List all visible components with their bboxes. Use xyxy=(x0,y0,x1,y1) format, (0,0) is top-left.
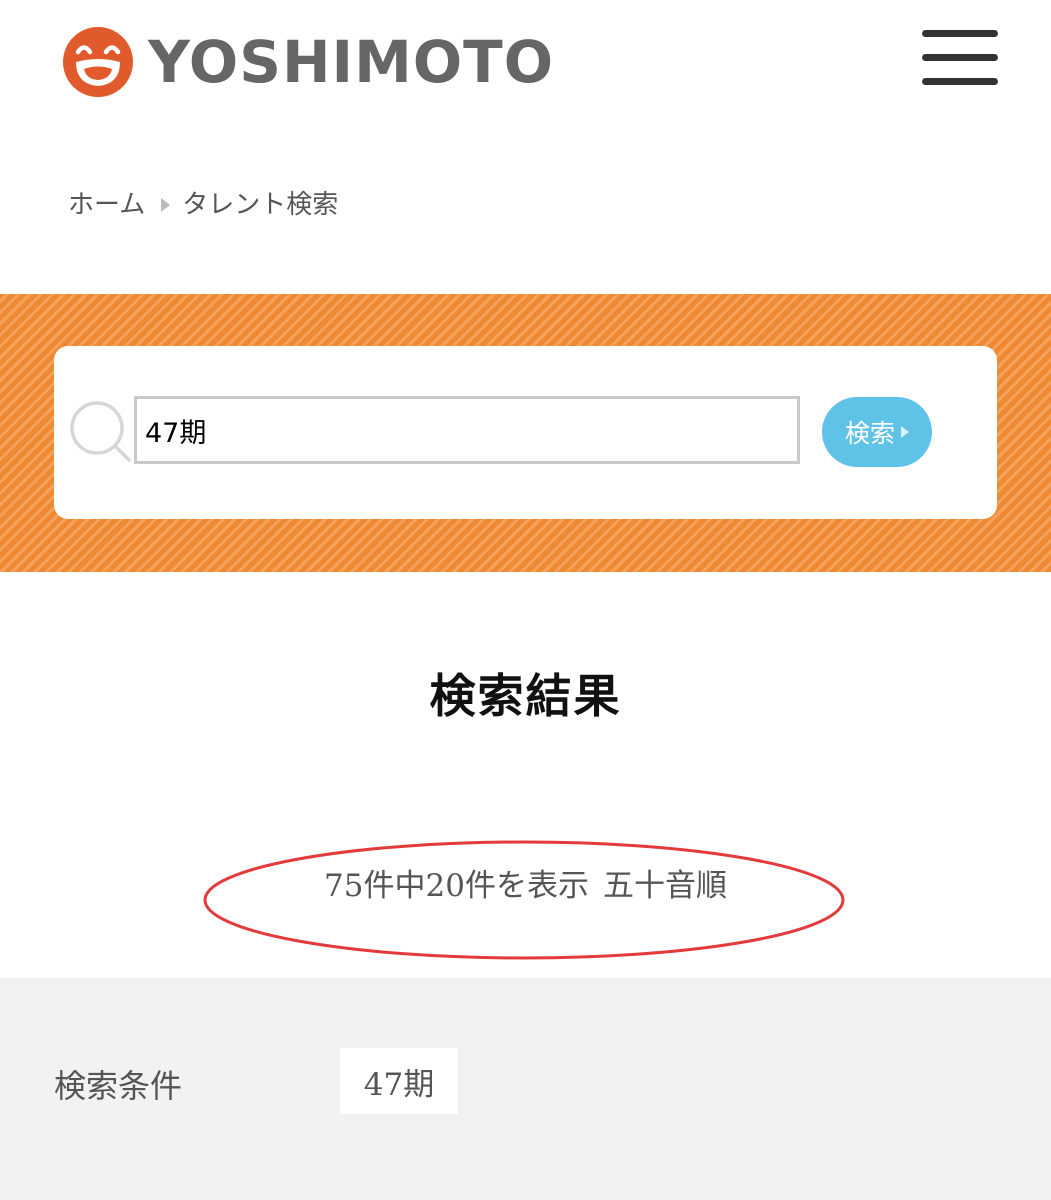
sort-order-label[interactable]: 五十音順 xyxy=(603,868,727,904)
logo-link[interactable]: YOSHIMOTO xyxy=(62,26,554,98)
search-input[interactable] xyxy=(134,396,800,464)
search-button-label: 検索 xyxy=(844,419,895,448)
triangle-right-icon xyxy=(161,197,171,212)
search-condition-chip: 47期 xyxy=(340,1048,458,1114)
arrow-right-icon xyxy=(901,426,909,438)
results-title: 検索結果 xyxy=(429,669,622,723)
logo-icon xyxy=(63,27,133,97)
breadcrumb: ホーム タレント検索 xyxy=(68,184,338,221)
hamburger-menu-icon xyxy=(922,30,998,37)
results-summary: 75件中20件を表示 五十音順 xyxy=(0,860,1051,905)
hamburger-menu-icon-bar xyxy=(922,78,998,85)
logo-text: YOSHIMOTO xyxy=(148,28,555,96)
results-count: 75件中20件を表示 xyxy=(324,868,589,904)
search-card: 検索 xyxy=(54,346,997,519)
search-conditions-panel: 検索条件 47期 xyxy=(0,978,1051,1200)
search-band: 検索 xyxy=(0,294,1051,572)
search-icon xyxy=(70,401,131,462)
breadcrumb-home-link[interactable]: ホーム xyxy=(68,184,145,221)
page: YOSHIMOTO ホーム タレント検索 検索 検索結果 75件中2 xyxy=(0,0,1051,1200)
search-conditions-label: 検索条件 xyxy=(54,1067,183,1105)
hamburger-menu-icon-bar xyxy=(922,54,998,61)
menu-button[interactable] xyxy=(918,26,1000,90)
breadcrumb-current: タレント検索 xyxy=(182,190,339,220)
header: YOSHIMOTO xyxy=(0,0,1051,120)
search-button[interactable]: 検索 xyxy=(822,397,932,467)
